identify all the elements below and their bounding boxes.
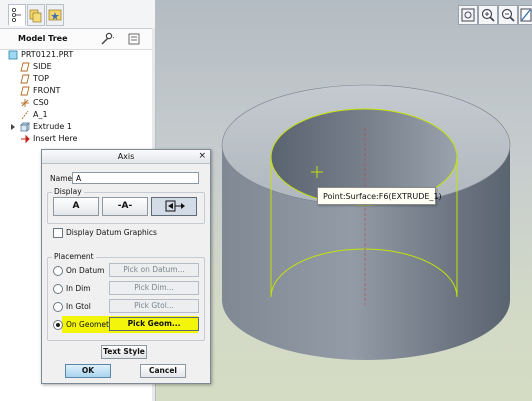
close-icon[interactable]: × [198, 151, 206, 161]
pick-dim-button[interactable]: Pick Dim... [109, 281, 199, 295]
datum-plane-icon [20, 62, 30, 72]
pick-on-datum-button[interactable]: Pick on Datum... [109, 263, 199, 277]
on-geometry-radio[interactable] [53, 320, 63, 330]
datum-plane-icon [20, 86, 30, 96]
folder-browser-tab[interactable] [27, 4, 45, 26]
on-datum-label: On Datum [66, 266, 105, 275]
datum-plane-icon [20, 74, 30, 84]
on-datum-radio[interactable] [53, 266, 63, 276]
extrude-icon [20, 122, 30, 132]
show-columns-icon[interactable] [128, 32, 142, 46]
dialog-title: Axis [42, 150, 210, 164]
datum-target-icon [165, 200, 185, 212]
insert-arrow-icon [21, 134, 30, 144]
in-gtol-label: In Gtol [66, 302, 91, 311]
selection-tooltip: Point:Surface:F6(EXTRUDE_1) [317, 187, 442, 205]
part-icon [8, 50, 18, 60]
pick-geom-button[interactable]: Pick Geom... [109, 317, 199, 331]
model-tree-header: Model Tree [0, 29, 155, 50]
datum-graphics-label: Display Datum Graphics [66, 228, 157, 237]
favorites-tab[interactable] [46, 4, 64, 26]
datum-axis-icon [21, 110, 29, 120]
graphics-viewport[interactable]: Point:Surface:F6(EXTRUDE_1) [156, 0, 532, 401]
display-datum-button[interactable] [151, 197, 197, 216]
display-name-button[interactable]: A [53, 197, 99, 216]
name-field[interactable] [72, 172, 199, 184]
display-group-title: Display [52, 187, 84, 196]
folder-browser-icon [29, 9, 42, 23]
display-boxed-button[interactable]: -A- [102, 197, 148, 216]
in-dim-label: In Dim [66, 284, 91, 293]
pick-gtol-button[interactable]: Pick Gtol... [109, 299, 199, 313]
cancel-button[interactable]: Cancel [140, 364, 186, 378]
placement-group-title: Placement [52, 252, 96, 261]
datum-graphics-checkbox[interactable] [53, 228, 63, 238]
in-gtol-radio[interactable] [53, 302, 63, 312]
model-tree-title: Model Tree [18, 34, 68, 43]
coordinate-system-icon [21, 99, 29, 107]
name-label: Name [50, 174, 73, 183]
tree-icon [12, 8, 21, 22]
favorites-folder-icon [48, 9, 62, 21]
settings-icon[interactable] [100, 32, 114, 46]
model-tree-tab[interactable] [8, 4, 26, 26]
expand-arrow-icon[interactable] [10, 123, 16, 131]
ok-button[interactable]: OK [65, 364, 111, 378]
navigator-tabbar [0, 0, 155, 29]
text-style-button[interactable]: Text Style [101, 345, 147, 359]
in-dim-radio[interactable] [53, 284, 63, 294]
axis-dialog: Axis × Name Display A -A- Display Datum … [41, 149, 211, 384]
